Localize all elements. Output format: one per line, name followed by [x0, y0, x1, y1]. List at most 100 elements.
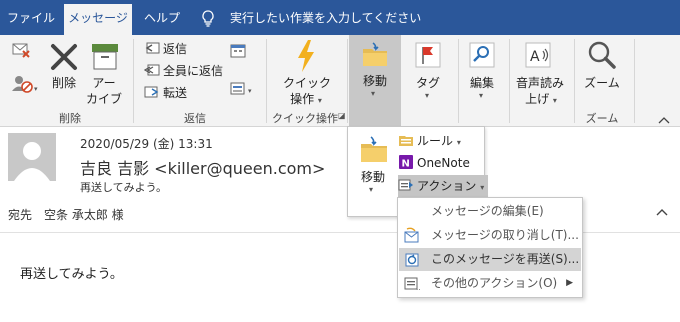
move-folder-icon	[363, 42, 387, 66]
tab-message[interactable]: メッセージ	[64, 4, 132, 35]
group-label-delete: 削除	[59, 112, 81, 125]
svg-text:▾: ▾	[248, 87, 252, 95]
rules-label: ルール	[417, 134, 454, 148]
actions-submenu: メッセージの編集(E) メッセージの取り消し(T)... このメッセージを再送(…	[397, 197, 583, 298]
message-recipients[interactable]: 宛先 空条 承太郎 様	[8, 206, 124, 223]
message-body[interactable]: 再送してみよう。	[20, 263, 123, 282]
dialog-launcher-icon[interactable]: ◪	[338, 111, 346, 120]
ribbon-tab-bar: ファイル メッセージ ヘルプ 実行したい作業を入力してください	[0, 0, 680, 35]
reply-icon	[145, 42, 160, 54]
archive-label-2: カイブ	[85, 92, 122, 106]
tags-dropdown-arrow: ▾	[425, 91, 430, 100]
tab-help[interactable]: ヘルプ	[140, 4, 184, 35]
onenote-button[interactable]: N OneNote	[398, 152, 470, 174]
move-label: 移動	[362, 74, 387, 88]
read-aloud-icon: A	[525, 42, 551, 68]
submenu-arrow-icon: ▶	[566, 278, 573, 288]
svg-text:▾: ▾	[34, 85, 38, 93]
menu-item-label: その他のアクション(O)	[431, 276, 558, 290]
quick-steps-button[interactable]	[295, 39, 317, 73]
actions-icon	[398, 179, 413, 191]
actions-button[interactable]: アクション ▾	[398, 175, 489, 197]
editing-button[interactable]	[468, 41, 496, 69]
zoom-button[interactable]	[586, 39, 618, 71]
more-respond-icon: ▾	[230, 82, 252, 95]
read-aloud-label-2-text: 上げ	[525, 92, 550, 106]
lightbulb-icon	[202, 10, 214, 27]
reply-all-icon	[144, 64, 160, 76]
group-separator	[634, 39, 635, 123]
more-respond-button[interactable]: ▾	[230, 81, 256, 99]
flag-icon	[415, 42, 441, 68]
ignore-button[interactable]	[10, 41, 40, 67]
move-to-folder-button[interactable]: 移動 ▾	[349, 129, 397, 213]
delete-button[interactable]	[48, 41, 80, 75]
move-folder-icon	[361, 136, 387, 162]
message-sender[interactable]: 吉良 吉影 <killer@queen.com>	[80, 155, 325, 179]
menu-item-other-actions[interactable]: … その他のアクション(O) ▶	[399, 272, 581, 295]
person-placeholder-icon	[14, 142, 50, 181]
onenote-label: OneNote	[417, 156, 470, 170]
editing-label: 編集	[469, 76, 494, 90]
menu-item-resend-message[interactable]: このメッセージを再送(S)...	[399, 248, 581, 271]
tell-me-label: 実行したい作業を入力してください	[230, 11, 422, 25]
onenote-icon: N	[399, 155, 413, 170]
junk-button[interactable]: ▾	[10, 73, 40, 95]
resend-icon	[405, 253, 419, 267]
reply-all-button[interactable]: 全員に返信	[144, 61, 223, 81]
read-aloud-label-2: 上げ ▾	[525, 92, 557, 106]
read-aloud-button[interactable]: A	[524, 41, 552, 69]
tags-label: タグ	[415, 76, 440, 90]
recall-icon	[404, 227, 419, 243]
delete-label: 削除	[51, 76, 76, 90]
magnifier-icon	[588, 41, 616, 69]
menu-item-recall-message[interactable]: メッセージの取り消し(T)...	[399, 224, 581, 247]
ignore-icon	[12, 43, 30, 58]
group-separator	[458, 39, 459, 123]
archive-label-1: アー	[92, 76, 116, 90]
group-label-quick-steps: クイック操作	[272, 112, 338, 125]
meeting-reply-button[interactable]	[230, 43, 248, 59]
editing-dropdown-arrow: ▾	[479, 91, 484, 100]
zoom-label: ズーム	[584, 76, 620, 90]
find-icon	[469, 42, 495, 68]
collapse-ribbon-icon[interactable]	[658, 116, 670, 124]
meeting-icon	[230, 44, 246, 58]
quick-steps-label-2-text: 操作	[290, 92, 315, 106]
forward-label: 転送	[163, 86, 188, 100]
rules-icon	[399, 136, 413, 146]
menu-item-label: このメッセージを再送(S)...	[431, 252, 580, 266]
reply-all-label: 全員に返信	[163, 64, 224, 78]
read-aloud-label-1: 音声読み	[515, 76, 564, 90]
move-panel-label: 移動	[360, 170, 385, 184]
move-dropdown-arrow: ▾	[371, 89, 376, 98]
reply-label: 返信	[163, 42, 188, 56]
group-separator	[574, 39, 575, 123]
tab-file[interactable]: ファイル	[6, 4, 56, 35]
ribbon: ▾ 削除 アー カイブ 削除 返信 全員に返信 転送 ▾ 返信 クイック 操作	[0, 35, 680, 127]
collapse-header-icon[interactable]	[655, 207, 669, 217]
svg-text:N: N	[402, 159, 410, 170]
lightning-icon	[298, 40, 314, 72]
delete-x-icon	[51, 44, 77, 70]
tags-button[interactable]	[414, 41, 442, 69]
quick-steps-label-1: クイック	[282, 76, 331, 90]
move-button[interactable]: 移動 ▾	[349, 35, 401, 127]
other-actions-icon: …	[404, 277, 421, 292]
group-separator	[133, 39, 134, 123]
quick-steps-label-2: 操作 ▾	[290, 92, 322, 106]
forward-button[interactable]: 転送	[144, 83, 187, 103]
message-date: 2020/05/29 (金) 13:31	[80, 137, 213, 151]
reply-button[interactable]: 返信	[144, 39, 187, 59]
menu-item-label: メッセージの編集(E)	[431, 204, 544, 218]
rules-button[interactable]: ルール ▾	[398, 130, 461, 152]
group-separator	[266, 39, 267, 123]
move-panel-arrow: ▾	[369, 185, 374, 194]
block-user-icon: ▾	[12, 76, 38, 93]
svg-text:A: A	[530, 49, 540, 65]
group-label-respond: 返信	[184, 112, 206, 125]
menu-item-edit-message[interactable]: メッセージの編集(E)	[399, 200, 581, 223]
archive-icon	[92, 44, 118, 70]
archive-button[interactable]	[90, 41, 120, 73]
menu-item-label: メッセージの取り消し(T)...	[431, 228, 579, 242]
